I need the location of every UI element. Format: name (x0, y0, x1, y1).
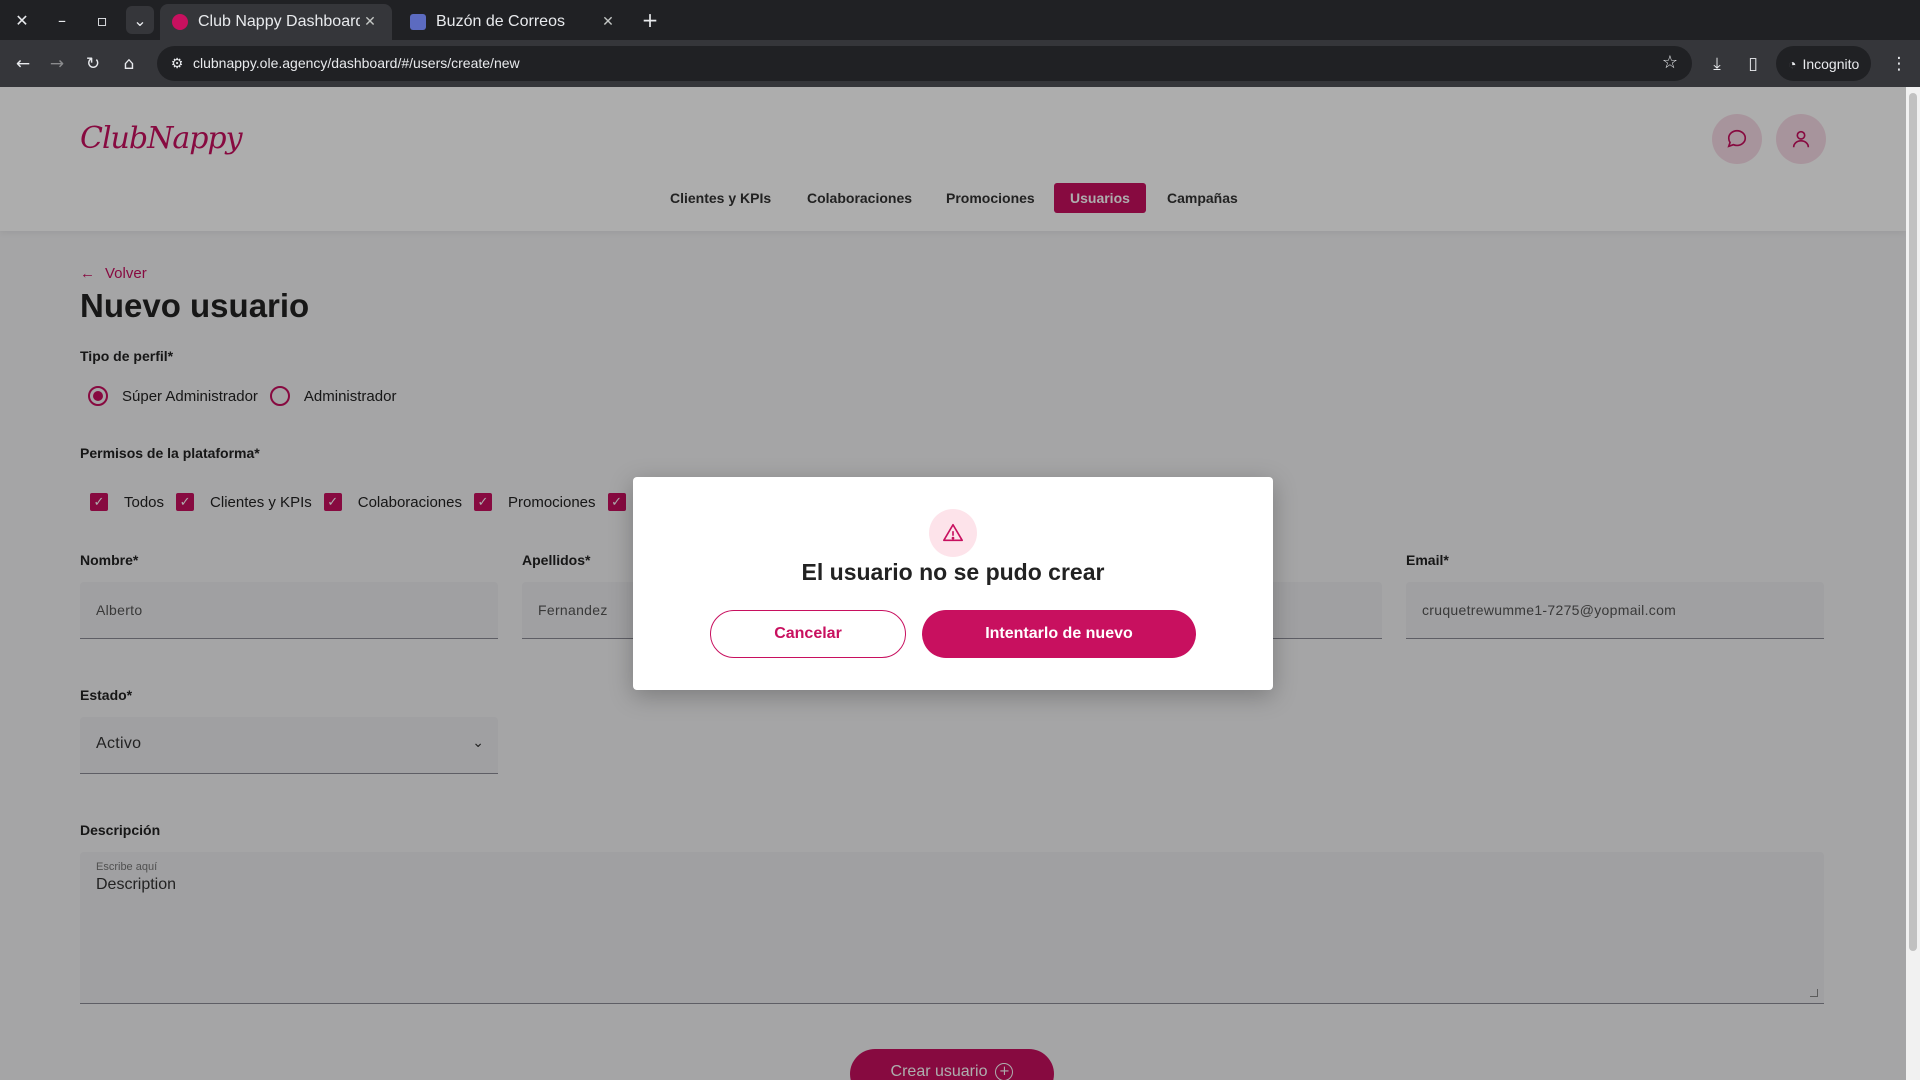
scrollbar-thumb[interactable] (1909, 93, 1917, 951)
url-text: clubnappy.ole.agency/dashboard/#/users/c… (193, 55, 520, 71)
browser-toolbar: ← → ↻ ⌂ ⚙ clubnappy.ole.agency/dashboard… (0, 40, 1920, 87)
tab-search-chevron-icon[interactable]: ⌄ (126, 6, 154, 34)
modal-title: El usuario no se pudo crear (801, 559, 1105, 585)
reload-icon[interactable]: ↻ (80, 51, 106, 77)
retry-button[interactable]: Intentarlo de nuevo (922, 610, 1196, 658)
tab-club-nappy[interactable]: Club Nappy Dashboard ✕ (160, 4, 392, 40)
yopmail-favicon-icon (410, 14, 426, 30)
page: ClubNappy Clientes y KPIs Colaboraciones… (0, 87, 1906, 1080)
window-minimize-icon[interactable]: – (48, 6, 76, 34)
bookmark-star-icon[interactable]: ☆ (1662, 52, 1678, 73)
incognito-indicator[interactable]: ◔ Incognito (1776, 46, 1872, 81)
tab-title: Buzón de Correos (436, 13, 565, 30)
tab-close-icon[interactable]: ✕ (360, 14, 380, 30)
tab-title: Club Nappy Dashboard (198, 13, 360, 30)
new-tab-icon[interactable]: + (636, 6, 664, 34)
cancel-button[interactable]: Cancelar (710, 610, 906, 658)
page-scrollbar[interactable] (1906, 87, 1920, 1080)
club-nappy-favicon-icon (172, 14, 188, 30)
forward-arrow-icon[interactable]: → (44, 51, 70, 77)
tab-buzon[interactable]: Buzón de Correos ✕ (398, 4, 630, 40)
error-modal: El usuario no se pudo crear Cancelar Int… (633, 477, 1273, 690)
browser-menu-icon[interactable]: ⋮ (1886, 51, 1912, 77)
incognito-label: Incognito (1802, 55, 1860, 72)
side-panel-icon[interactable]: ▯ (1740, 51, 1766, 77)
home-icon[interactable]: ⌂ (116, 51, 142, 77)
warning-icon (929, 509, 977, 557)
browser-tab-bar: ✕ – ▫ ⌄ Club Nappy Dashboard ✕ Buzón de … (0, 0, 1920, 40)
incognito-icon: ◔ (1788, 55, 1797, 72)
back-arrow-icon[interactable]: ← (10, 51, 36, 77)
address-bar[interactable]: ⚙ clubnappy.ole.agency/dashboard/#/users… (157, 46, 1692, 81)
window-maximize-icon[interactable]: ▫ (88, 6, 116, 34)
window-close-icon[interactable]: ✕ (8, 6, 36, 34)
tab-close-icon[interactable]: ✕ (598, 14, 618, 30)
download-icon[interactable]: ⤓ (1704, 51, 1730, 77)
site-info-icon[interactable]: ⚙ (167, 53, 187, 73)
